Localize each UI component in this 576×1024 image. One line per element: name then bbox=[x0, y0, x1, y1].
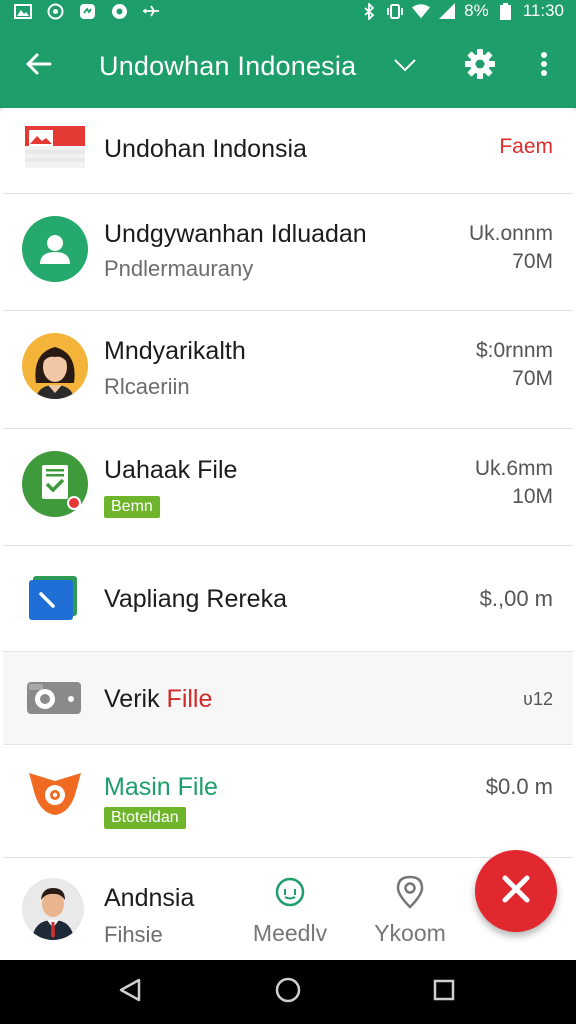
system-home-button[interactable] bbox=[268, 974, 308, 1010]
battery-percent: 8% bbox=[464, 1, 489, 20]
list-item-title: Verik Fille bbox=[104, 684, 212, 714]
list-item-title: Undohan Indonsia bbox=[104, 135, 307, 163]
wifi-icon bbox=[412, 3, 431, 19]
triangle-back-icon bbox=[119, 978, 141, 1007]
whatsapp-icon bbox=[46, 3, 64, 19]
indonesia-flag-icon bbox=[25, 126, 85, 168]
profile-tab[interactable]: Andnsia Fihsie bbox=[0, 858, 240, 960]
list-item-title-part: Verik bbox=[104, 685, 160, 713]
status-notification-icons bbox=[14, 0, 160, 22]
gallery-icon bbox=[14, 3, 32, 19]
profile-subtitle: Fihsie bbox=[104, 922, 163, 947]
list-item-size: $0.0 m bbox=[485, 774, 553, 799]
person-icon bbox=[22, 216, 88, 282]
list-item-count: 70M bbox=[512, 250, 553, 273]
nav-tab-meedlv[interactable]: Meedlv bbox=[230, 874, 350, 954]
system-recents-button[interactable] bbox=[424, 974, 464, 1010]
more-options-button[interactable] bbox=[526, 46, 562, 86]
system-navigation-bar bbox=[0, 960, 576, 1024]
list-item[interactable]: Uahaak File Bemn Uk.6mm 10M bbox=[3, 429, 573, 546]
folder-icon bbox=[27, 572, 83, 624]
settings-button[interactable] bbox=[458, 46, 502, 86]
list-item-title: Vapliang Rereka bbox=[104, 585, 287, 613]
list-item[interactable]: Mndyarikalth Rlcaeriin $:0rnnm 70M bbox=[3, 311, 573, 429]
back-button[interactable] bbox=[18, 46, 58, 86]
bluetooth-icon bbox=[360, 2, 378, 20]
list-item[interactable]: Undohan Indonsia Faem bbox=[3, 108, 573, 194]
list-item-subtitle: Pndlermaurany bbox=[104, 256, 254, 281]
square-recents-icon bbox=[433, 979, 455, 1006]
app-title: Undowhan Indonesia bbox=[99, 51, 357, 81]
list-item-status: Faem bbox=[499, 135, 553, 158]
system-back-button[interactable] bbox=[110, 974, 150, 1010]
location-pin-icon bbox=[394, 875, 426, 909]
list-item-size: ʋ12 bbox=[523, 689, 553, 709]
list-item-title: Uahaak File bbox=[104, 456, 238, 484]
app-bar: Undowhan Indonesia bbox=[0, 22, 576, 108]
vibrate-icon bbox=[386, 3, 404, 19]
nav-tab-ykoom[interactable]: Ykoom bbox=[350, 874, 470, 954]
list-item-title-highlight: Fille bbox=[166, 685, 213, 713]
list-item-size: Uk.6mm bbox=[474, 457, 553, 480]
circle-home-icon bbox=[275, 977, 301, 1008]
list-item-count: 70M bbox=[512, 367, 553, 390]
camera-icon bbox=[25, 678, 83, 718]
list-item-size: $:0rnnm bbox=[475, 339, 553, 362]
list-item-size: Uk.onnm bbox=[468, 222, 553, 245]
fab-button[interactable] bbox=[475, 850, 557, 932]
list-item[interactable]: Undgywanhan Idluadan Pndlermaurany Uk.on… bbox=[3, 194, 573, 311]
list-item-count: 10M bbox=[512, 485, 553, 508]
chevron-down-icon bbox=[393, 58, 417, 77]
man-avatar-icon bbox=[22, 878, 84, 940]
close-icon bbox=[499, 872, 533, 911]
nav-label: Ykoom bbox=[374, 920, 446, 946]
messenger-icon bbox=[78, 3, 96, 19]
orange-logo-icon bbox=[25, 767, 85, 819]
title-dropdown-button[interactable] bbox=[388, 50, 422, 84]
back-arrow-icon bbox=[24, 52, 52, 81]
status-bar: 8% 11:30 bbox=[0, 0, 576, 22]
status-badge: Bemn bbox=[104, 496, 160, 518]
more-vert-icon bbox=[540, 51, 548, 82]
battery-icon bbox=[497, 2, 515, 20]
profile-name: Andnsia bbox=[104, 884, 195, 912]
list-item[interactable]: Masin File Btoteldan $0.0 m bbox=[3, 745, 573, 858]
status-system-icons: 8% 11:30 bbox=[360, 0, 564, 22]
signal-icon bbox=[438, 3, 456, 19]
list-item-title: Undgywanhan Idluadan bbox=[104, 220, 367, 248]
list-item-size: $.,00 m bbox=[479, 586, 553, 611]
list-item[interactable]: Verik Fille ʋ12 bbox=[3, 652, 573, 745]
chat-bubble-icon bbox=[274, 876, 306, 908]
list-item-subtitle: Rlcaeriin bbox=[104, 374, 190, 399]
airplane-icon bbox=[142, 3, 160, 19]
status-badge: Btoteldan bbox=[104, 807, 186, 829]
woman-avatar-icon bbox=[22, 333, 88, 399]
list-item[interactable]: Vapliang Rereka $.,00 m bbox=[3, 546, 573, 652]
list-item-title: Masin File bbox=[104, 773, 218, 801]
status-time: 11:30 bbox=[522, 1, 564, 20]
nav-label: Meedlv bbox=[252, 920, 328, 946]
gear-icon bbox=[464, 48, 496, 85]
chat-icon bbox=[110, 3, 128, 19]
document-check-icon bbox=[22, 451, 88, 517]
list-item-title: Mndyarikalth bbox=[104, 337, 246, 365]
